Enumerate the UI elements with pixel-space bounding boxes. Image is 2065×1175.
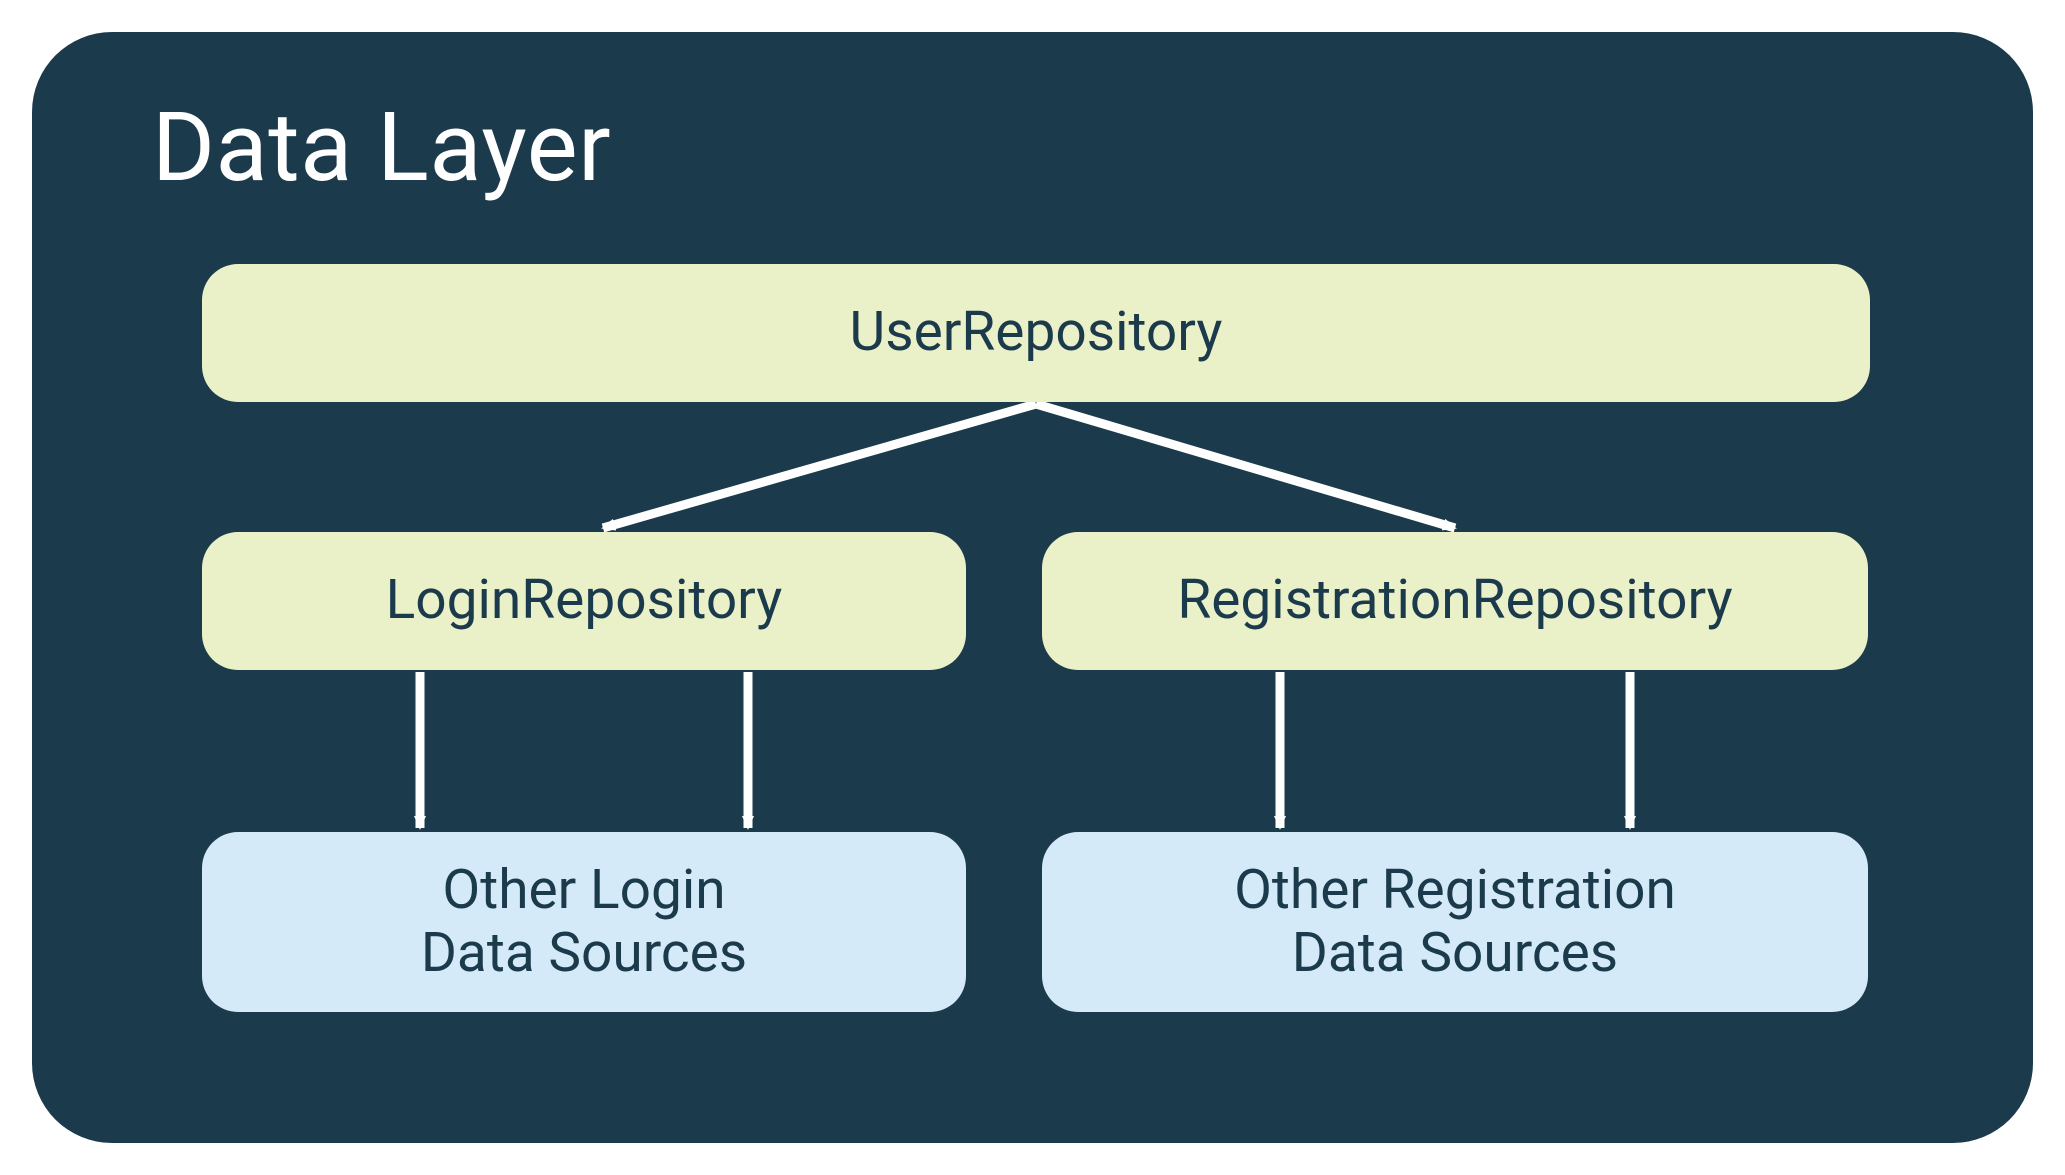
login-data-sources-label: Other LoginData Sources <box>421 859 747 986</box>
user-repository-label: UserRepository <box>850 301 1223 364</box>
diagram-title: Data Layer <box>152 92 1948 204</box>
arrow-user-to-registration <box>1036 404 1455 528</box>
registration-repository-label: RegistrationRepository <box>1177 569 1732 632</box>
arrow-user-to-login <box>603 404 1036 528</box>
login-repository-node: LoginRepository <box>202 532 966 670</box>
data-layer-container: Data Layer UserRepository LoginRepositor… <box>32 32 2033 1143</box>
login-data-sources-node: Other LoginData Sources <box>202 832 966 1012</box>
registration-data-sources-label: Other RegistrationData Sources <box>1234 859 1676 986</box>
login-repository-label: LoginRepository <box>386 569 783 632</box>
registration-data-sources-node: Other RegistrationData Sources <box>1042 832 1868 1012</box>
user-repository-node: UserRepository <box>202 264 1870 402</box>
registration-repository-node: RegistrationRepository <box>1042 532 1868 670</box>
